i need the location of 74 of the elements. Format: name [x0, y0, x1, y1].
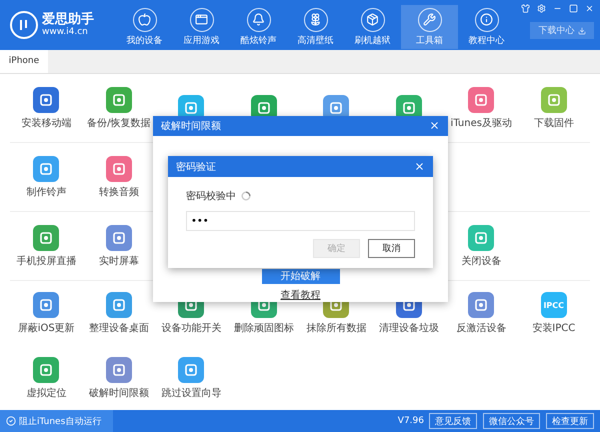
- info-icon: [474, 8, 498, 32]
- tool-icon[interactable]: [33, 292, 60, 318]
- dialog-title: 密码验证: [176, 160, 216, 174]
- tool-label: 安装移动端: [21, 118, 72, 130]
- tool-icon[interactable]: [33, 156, 60, 182]
- tutorial-link[interactable]: 查看教程: [280, 288, 320, 302]
- nav-tab[interactable]: 我的设备: [116, 5, 173, 50]
- apple-icon: [132, 8, 156, 32]
- tool-icon[interactable]: [106, 356, 132, 382]
- tool-icon[interactable]: [178, 356, 204, 382]
- nav-tab[interactable]: 酷炫铃声: [230, 5, 287, 50]
- block-itunes-option[interactable]: 阻止iTunes自动运行: [0, 410, 113, 432]
- download-icon: [578, 26, 586, 34]
- tool-label: 手机投屏直播: [16, 256, 76, 268]
- tool-label: 虚拟定位: [26, 388, 66, 400]
- tool-label: 反激活设备: [456, 323, 506, 335]
- close-icon[interactable]: [429, 120, 440, 132]
- tool-label: 设备功能开关: [161, 323, 222, 335]
- nav-tab[interactable]: 刷机越狱: [344, 5, 401, 50]
- status-button[interactable]: 微信公众号: [483, 413, 540, 429]
- tool-label: 备份/恢复数据: [87, 118, 150, 130]
- dialog-title: 破解时间限额: [161, 120, 221, 133]
- spinner-icon: [241, 191, 251, 201]
- tool-label: 制作铃声: [26, 186, 66, 198]
- tool-label: 实时屏幕: [98, 256, 139, 268]
- settings-icon[interactable]: [537, 4, 546, 13]
- app-window-icon: [190, 8, 214, 32]
- tool-label: 删除顽固图标: [234, 323, 294, 335]
- tool-label: 抹除所有数据: [306, 323, 366, 335]
- skin-icon[interactable]: [521, 4, 530, 13]
- logo-icon: [10, 10, 38, 39]
- nav-tab[interactable]: 高清壁纸: [287, 5, 344, 50]
- tool-label: 下载固件: [534, 118, 574, 130]
- close-icon[interactable]: [414, 161, 425, 172]
- tool-icon[interactable]: [468, 86, 494, 112]
- check-icon: [6, 416, 16, 426]
- tool-icon[interactable]: [106, 86, 132, 112]
- bell-icon: [246, 8, 270, 32]
- device-tab[interactable]: iPhone: [0, 50, 48, 73]
- tool-label: 屏蔽iOS更新: [18, 323, 75, 335]
- nav-tab[interactable]: 教程中心: [458, 5, 515, 50]
- tool-icon[interactable]: [33, 86, 60, 112]
- maximize-icon[interactable]: [569, 4, 578, 13]
- tool-icon[interactable]: [468, 292, 494, 318]
- tool-label: 跳过设置向导: [161, 388, 222, 400]
- nav-tab[interactable]: 应用游戏: [173, 5, 230, 50]
- password-field[interactable]: •••: [186, 211, 415, 231]
- download-center-button[interactable]: 下载中心: [530, 22, 594, 39]
- close-icon[interactable]: [585, 4, 594, 13]
- block-itunes-label: 阻止iTunes自动运行: [19, 416, 102, 428]
- website-url: www.i4.cn: [42, 26, 89, 38]
- version-label: V7.96: [398, 416, 424, 426]
- tool-label: 清理设备垃圾: [378, 323, 439, 335]
- tool-label: 整理设备桌面: [88, 323, 149, 335]
- tool-label: 转换音频: [98, 186, 139, 198]
- tool-icon[interactable]: [33, 224, 60, 250]
- tool-label: 安装IPCC: [532, 323, 576, 335]
- nav-tab[interactable]: 工具箱: [401, 5, 458, 50]
- status-button[interactable]: 检查更新: [546, 413, 594, 429]
- start-button[interactable]: 开始破解: [262, 268, 340, 284]
- tool-icon[interactable]: [106, 156, 132, 182]
- tool-icon[interactable]: [33, 356, 60, 382]
- tool-icon[interactable]: [106, 224, 132, 250]
- status-button[interactable]: 意见反馈: [429, 413, 477, 429]
- status-text: 密码校验中: [186, 190, 236, 203]
- box-icon: [360, 8, 384, 32]
- tool-label: 破解时间限额: [88, 388, 149, 400]
- tool-icon[interactable]: [106, 292, 132, 318]
- tool-label: 关闭设备: [461, 256, 502, 268]
- flower-icon: [304, 8, 328, 32]
- tool-label: iTunes及驱动: [450, 118, 512, 130]
- app-name: 爱思助手: [42, 12, 94, 27]
- wrench-icon: [418, 8, 442, 32]
- dialog-button[interactable]: 取消: [368, 239, 415, 258]
